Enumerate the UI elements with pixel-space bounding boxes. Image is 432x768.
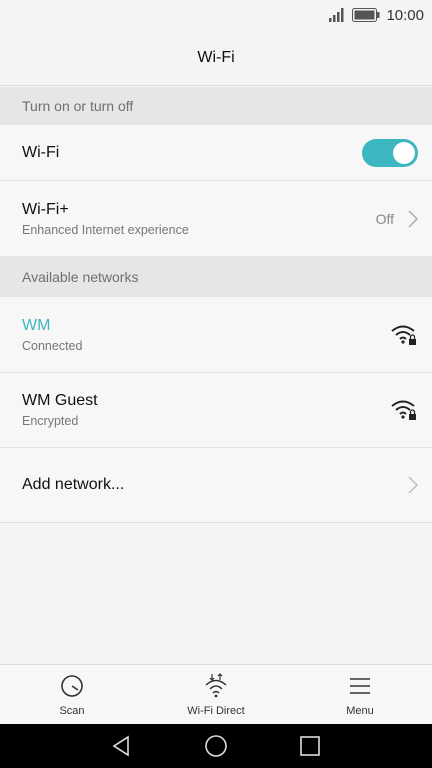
back-icon[interactable] xyxy=(110,734,134,758)
recents-icon[interactable] xyxy=(298,734,322,758)
chevron-right-icon xyxy=(408,209,418,228)
page-title-bar: Wi-Fi xyxy=(0,30,432,86)
wifi-plus-subtitle: Enhanced Internet experience xyxy=(22,222,189,237)
wifi-locked-icon xyxy=(391,325,416,345)
wifi-plus-value: Off xyxy=(375,210,394,227)
network-status: Encrypted xyxy=(22,414,79,428)
add-network-row[interactable]: Add network... xyxy=(0,448,432,523)
wifi-toggle-row[interactable]: Wi-Fi xyxy=(0,125,432,181)
bottom-action-bar: Scan Wi-Fi Direct Menu xyxy=(0,664,432,724)
section-header-available: Available networks xyxy=(0,257,432,297)
wifi-locked-icon xyxy=(391,400,416,420)
toggle-knob xyxy=(393,141,415,164)
scan-icon xyxy=(61,674,83,697)
battery-icon xyxy=(352,8,380,22)
section-header-label: Turn on or turn off xyxy=(22,98,134,114)
add-network-label: Add network... xyxy=(22,476,125,493)
network-name: WM Guest xyxy=(22,392,98,409)
network-name: WM xyxy=(22,316,51,334)
menu-label: Menu xyxy=(346,704,374,717)
network-status: Connected xyxy=(22,338,83,353)
wifi-plus-label: Wi-Fi+ xyxy=(22,200,69,218)
system-nav-bar xyxy=(0,724,432,768)
home-icon[interactable] xyxy=(204,734,228,758)
signal-icon xyxy=(329,8,344,22)
page-title: Wi-Fi xyxy=(197,48,235,66)
status-bar: 10:00 xyxy=(0,0,432,30)
chevron-right-icon xyxy=(408,476,418,494)
scan-button[interactable]: Scan xyxy=(12,673,132,717)
menu-icon xyxy=(350,677,370,694)
network-item[interactable]: WM Connected xyxy=(0,297,432,373)
wifi-direct-button[interactable]: Wi-Fi Direct xyxy=(156,672,276,717)
wifi-toggle-switch[interactable] xyxy=(362,138,418,167)
section-header-toggle: Turn on or turn off xyxy=(0,87,432,125)
wifi-direct-icon xyxy=(205,672,227,697)
menu-button[interactable]: Menu xyxy=(300,673,420,717)
clock: 10:00 xyxy=(386,6,424,24)
wifi-direct-label: Wi-Fi Direct xyxy=(187,704,245,717)
network-item[interactable]: WM Guest Encrypted xyxy=(0,373,432,448)
wifi-plus-row[interactable]: Wi-Fi+ Enhanced Internet experience Off xyxy=(0,181,432,257)
scan-label: Scan xyxy=(59,704,85,717)
section-header-label: Available networks xyxy=(22,269,139,285)
wifi-toggle-label: Wi-Fi xyxy=(22,143,60,161)
